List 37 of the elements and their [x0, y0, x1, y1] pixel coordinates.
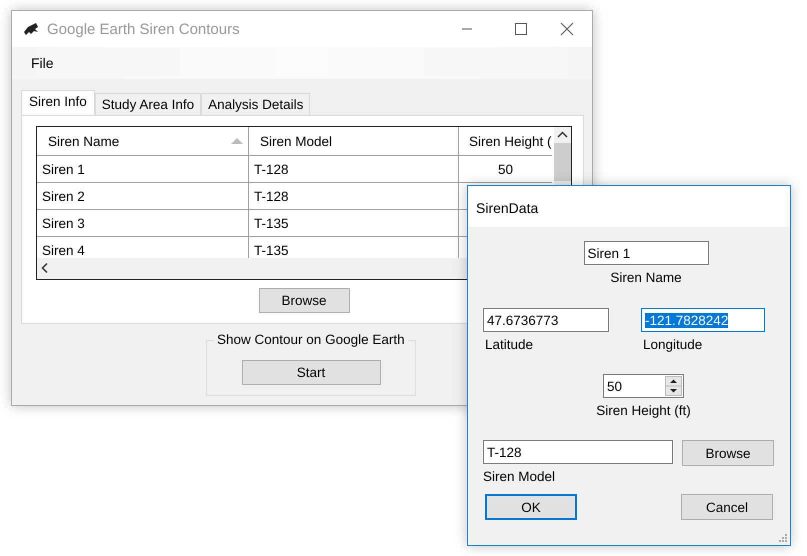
field-label: Longitude: [643, 337, 704, 352]
ok-button[interactable]: OK: [485, 494, 577, 520]
input-field[interactable]: T-128: [483, 440, 673, 464]
window-title: Google Earth Siren Contours: [47, 20, 241, 38]
tab[interactable]: Siren Info: [21, 90, 95, 115]
input-field[interactable]: Siren 1: [584, 241, 708, 265]
field-label: Siren Model: [483, 469, 556, 484]
spin-arrows-icon[interactable]: [664, 376, 682, 396]
input-field[interactable]: -121.7828242: [641, 308, 765, 332]
scroll-thumb[interactable]: [554, 143, 571, 181]
table-cell: T-128: [249, 156, 459, 182]
table-cell: Siren 2: [37, 183, 249, 209]
column-header[interactable]: Siren Height (: [459, 127, 552, 155]
table-cell-text: 50: [496, 160, 514, 178]
dialog-title: SirenData: [476, 200, 538, 216]
table-cell: T-135: [249, 210, 459, 236]
selected-text: -121.7828242: [645, 312, 728, 328]
column-header[interactable]: Siren Model: [249, 127, 459, 155]
field-label: Siren Name: [610, 270, 682, 285]
cancel-button[interactable]: Cancel: [681, 494, 773, 520]
tab[interactable]: Analysis Details: [201, 93, 310, 115]
input-field[interactable]: 47.6736773: [483, 308, 609, 332]
browse-button[interactable]: Browse: [258, 288, 350, 313]
field-label: Siren Height (ft): [596, 403, 691, 418]
group-title: Show Contour on Google Earth: [214, 332, 408, 347]
menu-item[interactable]: File: [31, 53, 54, 73]
table-cell: Siren 1: [37, 156, 249, 182]
table-cell: T-128: [249, 183, 459, 209]
table-cell: Siren 3: [37, 210, 249, 236]
siren-icon: [23, 23, 39, 35]
column-header[interactable]: Siren Name: [37, 127, 249, 155]
field-label: Latitude: [485, 337, 534, 352]
resize-grip-icon: [779, 534, 787, 542]
browse-button[interactable]: Browse: [682, 440, 774, 466]
start-button[interactable]: Start: [242, 360, 380, 385]
tab[interactable]: Study Area Info: [94, 93, 202, 115]
number-spinner[interactable]: 50: [602, 374, 684, 398]
